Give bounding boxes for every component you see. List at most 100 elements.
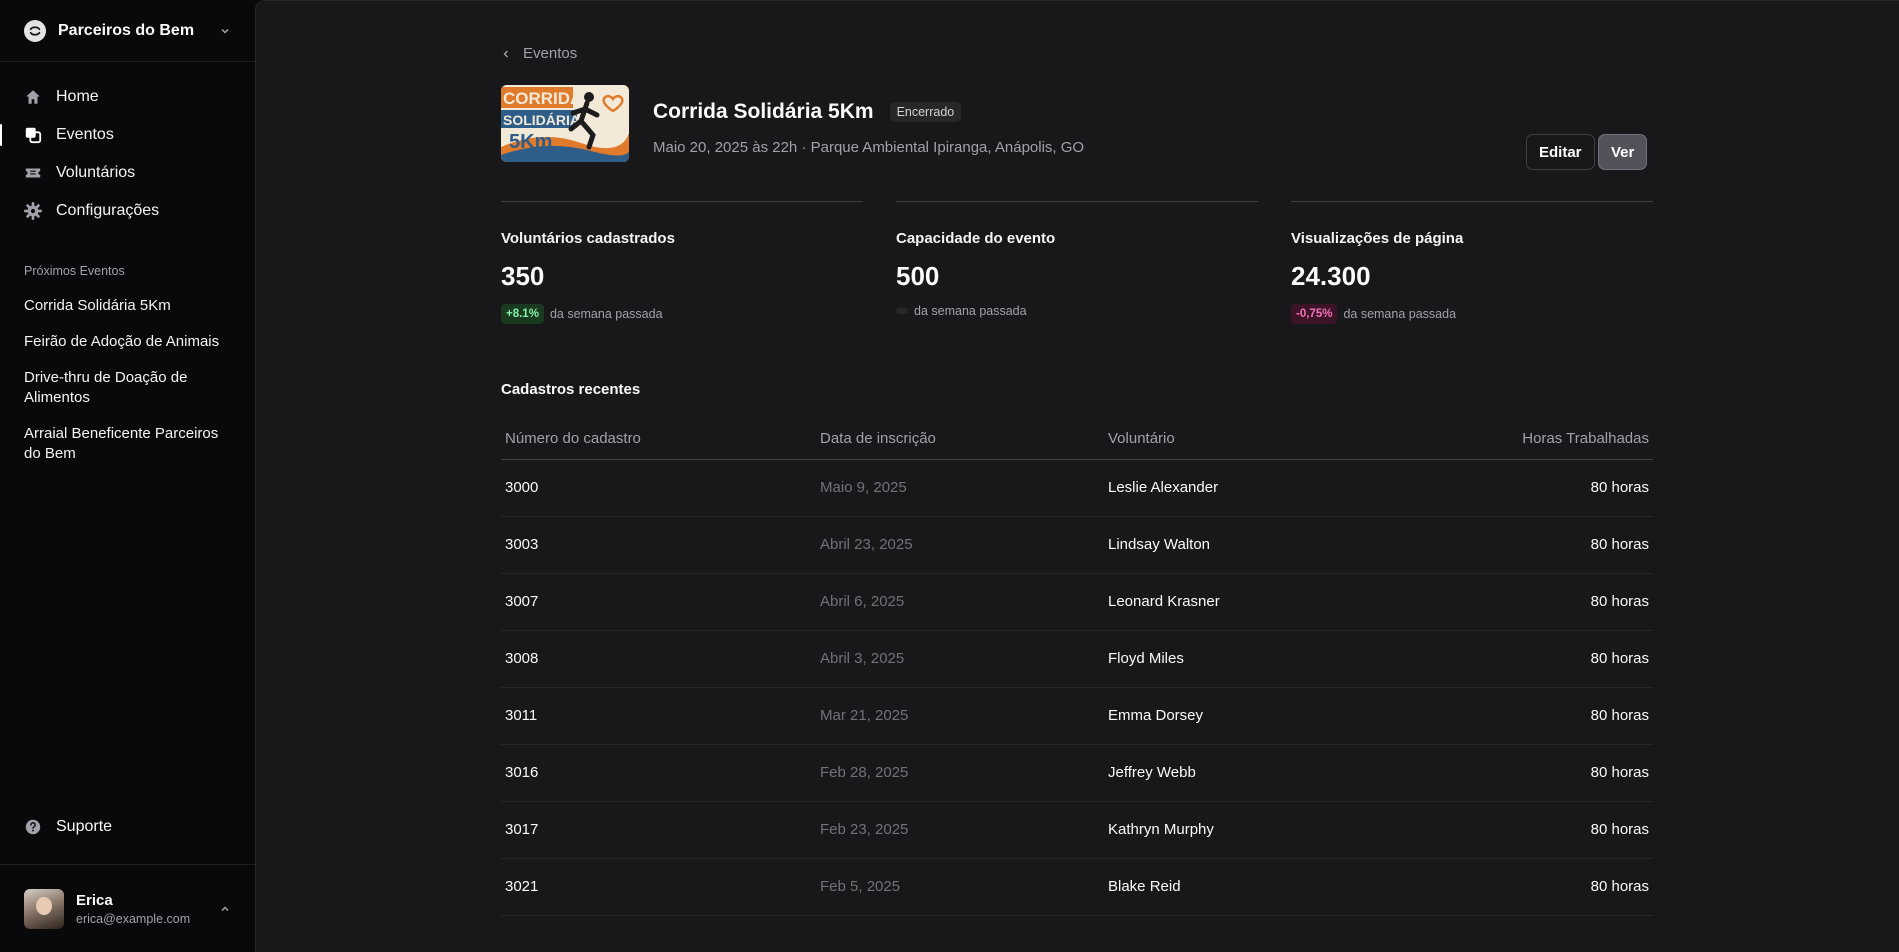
volunteer-name: Emma Dorsey [1104, 687, 1363, 745]
support-link[interactable]: Suporte [16, 808, 239, 846]
stat-value: 24.300 [1291, 261, 1371, 291]
stat-label: Visualizações de página [1291, 230, 1464, 247]
table-row[interactable]: 3008 Abril 3, 2025 Floyd Miles 80 horas [501, 630, 1653, 688]
breadcrumb[interactable]: Eventos [501, 45, 577, 62]
stat-change-suffix: da semana passada [914, 304, 1027, 318]
table-row[interactable]: 3021 Feb 5, 2025 Blake Reid 80 horas [501, 858, 1653, 916]
upcoming-events-heading: Próximos Eventos [24, 264, 125, 278]
table-row[interactable]: 3017 Feb 23, 2025 Kathryn Murphy 80 hora… [501, 801, 1653, 859]
stat-change-badge [896, 308, 908, 314]
home-icon [24, 88, 42, 106]
column-header: Voluntário [1104, 419, 1363, 460]
user-email: erica@example.com [76, 911, 191, 926]
edit-button[interactable]: Editar [1526, 134, 1595, 170]
volunteer-name: Blake Reid [1104, 858, 1363, 916]
registration-id: 3021 [501, 858, 816, 916]
stat-card: Capacidade do evento 500 da semana passa… [896, 201, 1258, 324]
user-menu[interactable]: Erica erica@example.com [0, 864, 255, 952]
upcoming-event-item[interactable]: Feirão de Adoção de Animais [24, 324, 231, 360]
stat-change-suffix: da semana passada [549, 307, 663, 321]
nav-item-label: Configurações [56, 202, 160, 219]
nav-item-configuracoes[interactable]: Configurações [16, 192, 239, 230]
nav-item-home[interactable]: Home [16, 78, 239, 116]
registration-id: 3011 [501, 687, 816, 745]
event-title-row: Corrida Solidária 5Km Encerrado [653, 100, 962, 124]
chevron-up-icon [221, 905, 229, 911]
status-badge: Encerrado [889, 102, 962, 122]
hours-worked: 80 horas [1362, 801, 1653, 859]
volunteer-name: Leonard Krasner [1104, 573, 1363, 631]
volunteer-name: Lindsay Walton [1104, 516, 1363, 574]
volunteer-name: Leslie Alexander [1104, 459, 1363, 517]
hours-worked: 80 horas [1362, 573, 1653, 631]
chevron-down-icon [221, 28, 229, 34]
stat-value: 500 [896, 261, 940, 291]
nav-item-voluntarios[interactable]: Voluntários [16, 154, 239, 192]
upcoming-events-list: Corrida Solidária 5Km Feirão de Adoção d… [0, 288, 255, 472]
volunteer-name: Kathryn Murphy [1104, 801, 1363, 859]
stat-card: Voluntários cadastrados 350 +8.1% da sem… [501, 201, 863, 324]
upcoming-event-item[interactable]: Arraial Beneficente Parceiros do Bem [24, 416, 231, 472]
nav-item-label: Voluntários [56, 164, 136, 181]
stat-change-suffix: da semana passada [1343, 307, 1457, 321]
hours-worked: 80 horas [1362, 516, 1653, 574]
upcoming-event-item[interactable]: Corrida Solidária 5Km [24, 288, 231, 324]
column-header: Número do cadastro [501, 419, 816, 460]
table-row[interactable]: 3011 Mar 21, 2025 Emma Dorsey 80 horas [501, 687, 1653, 745]
team-name: Parceiros do Bem [58, 21, 195, 39]
registration-id: 3017 [501, 801, 816, 859]
nav-item-label: Home [56, 88, 99, 105]
breadcrumb-label: Eventos [523, 45, 578, 62]
chevron-left-icon [503, 50, 508, 57]
registration-date: Abril 23, 2025 [816, 516, 1104, 574]
ticket-icon [24, 164, 42, 182]
registration-date: Mar 21, 2025 [816, 687, 1104, 745]
stat-value: 350 [501, 261, 545, 291]
registration-date: Feb 5, 2025 [816, 858, 1104, 916]
support-label: Suporte [56, 818, 113, 835]
hours-worked: 80 horas [1362, 687, 1653, 745]
main-panel: Eventos CORRIDA SOLIDÁRIA 5Km Corrida So… [255, 0, 1899, 952]
hours-worked: 80 horas [1362, 858, 1653, 916]
main-nav: Home Eventos Voluntários Configurações [0, 62, 255, 230]
hours-worked: 80 horas [1362, 744, 1653, 802]
registration-date: Abril 3, 2025 [816, 630, 1104, 688]
column-header: Horas Trabalhadas [1362, 419, 1653, 460]
event-image-text-line1: CORRIDA [503, 89, 582, 108]
stat-change-badge: -0,75% [1291, 304, 1338, 324]
event-image: CORRIDA SOLIDÁRIA 5Km [501, 85, 629, 162]
avatar [24, 888, 64, 929]
registration-date: Maio 9, 2025 [816, 459, 1104, 517]
column-header: Data de inscrição [816, 419, 1104, 460]
table-header-row: Número do cadastro Data de inscrição Vol… [501, 419, 1653, 460]
registration-id: 3007 [501, 573, 816, 631]
hours-worked: 80 horas [1362, 459, 1653, 517]
upcoming-event-item[interactable]: Drive-thru de Doação de Alimentos [24, 360, 231, 416]
registrations-table: Número do cadastro Data de inscrição Vol… [501, 419, 1653, 916]
logo-icon [24, 19, 46, 42]
help-icon [24, 818, 42, 836]
table-row[interactable]: 3016 Feb 28, 2025 Jeffrey Webb 80 horas [501, 744, 1653, 802]
event-image-text-line3: 5Km [509, 131, 552, 153]
table-row[interactable]: 3007 Abril 6, 2025 Leonard Krasner 80 ho… [501, 573, 1653, 631]
recent-registrations-heading: Cadastros recentes [501, 381, 641, 398]
registration-date: Feb 23, 2025 [816, 801, 1104, 859]
registration-id: 3016 [501, 744, 816, 802]
registration-date: Feb 28, 2025 [816, 744, 1104, 802]
hours-worked: 80 horas [1362, 630, 1653, 688]
stat-label: Capacidade do evento [896, 230, 1056, 247]
registration-id: 3000 [501, 459, 816, 517]
stats-row: Voluntários cadastrados 350 +8.1% da sem… [501, 201, 1653, 324]
registration-id: 3003 [501, 516, 816, 574]
page-title: Corrida Solidária 5Km [653, 100, 874, 123]
stat-card: Visualizações de página 24.300 -0,75% da… [1291, 201, 1653, 324]
stat-label: Voluntários cadastrados [501, 230, 675, 247]
nav-item-eventos[interactable]: Eventos [0, 116, 239, 154]
nav-item-label: Eventos [56, 126, 114, 143]
team-switcher[interactable]: Parceiros do Bem [0, 0, 255, 62]
table-row[interactable]: 3000 Maio 9, 2025 Leslie Alexander 80 ho… [501, 459, 1653, 517]
view-button[interactable]: Ver [1598, 134, 1648, 170]
user-name: Erica [76, 891, 113, 909]
table-row[interactable]: 3003 Abril 23, 2025 Lindsay Walton 80 ho… [501, 516, 1653, 574]
stat-change-badge: +8.1% [501, 304, 544, 324]
